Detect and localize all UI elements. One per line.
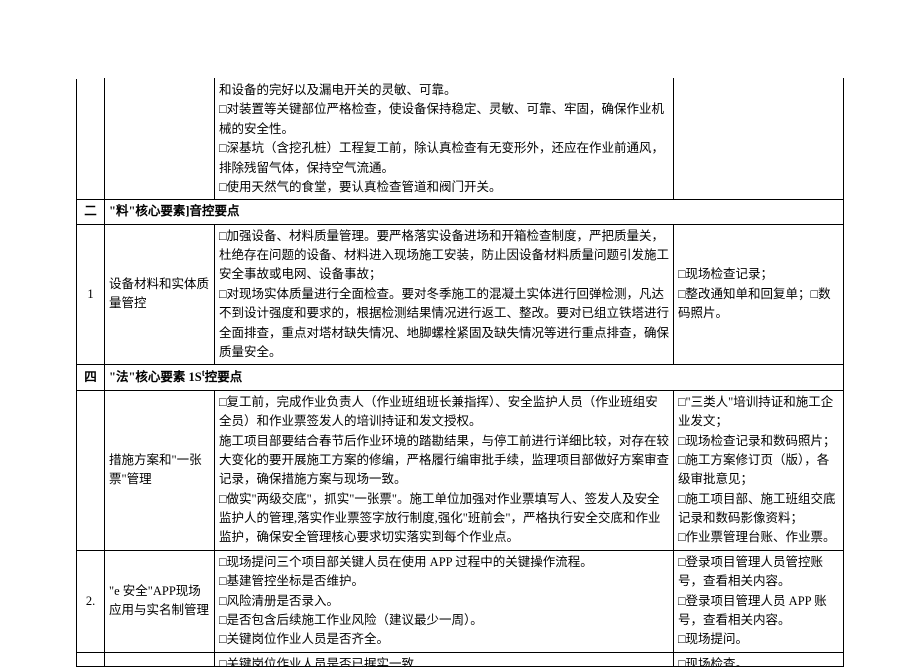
table-row: □关键岗位作业人员是否已据实一致 □现场检查。 [77, 652, 844, 666]
cell-note: □登录项目管理人员管控账号，查看相关内容。 □登录项目管理人员 APP 账号，查… [674, 550, 844, 652]
cell-note: □现场检查。 [674, 652, 844, 666]
document-table: 和设备的完好以及漏电开关的灵敏、可靠。 □对装置等关键部位严格检查，使设备保持稳… [76, 78, 844, 667]
cell-content: 和设备的完好以及漏电开关的灵敏、可靠。 □对装置等关键部位严格检查，使设备保持稳… [215, 79, 674, 200]
cell-note: □现场检查记录； □整改通知单和回复单；□数码照片。 [674, 224, 844, 365]
cell-note: □"三类人"培训持证和施工企业发文； □现场检查记录和数码照片； □施工方案修订… [674, 390, 844, 550]
section-title: "料"核心要素]音控要点 [105, 200, 844, 224]
row-num: 1 [77, 224, 105, 365]
cell-content: □复工前，完成作业负责人（作业班组班长兼指挥）、安全监护人员（作业班组安全员）和… [215, 390, 674, 550]
table-row: 措施方案和"一张票"管理 □复工前，完成作业负责人（作业班组班长兼指挥）、安全监… [77, 390, 844, 550]
row-item: 措施方案和"一张票"管理 [105, 390, 215, 550]
section-num: 二 [77, 200, 105, 224]
row-item: 设备材料和实体质量管控 [105, 224, 215, 365]
row-num: 2. [77, 550, 105, 652]
section-header: 四 "法"核心要素 1St控要点 [77, 365, 844, 391]
cell-content: □加强设备、材料质量管理。要严格落实设备进场和开箱检查制度，严把质量关，杜绝存在… [215, 224, 674, 365]
cell-content: □关键岗位作业人员是否已据实一致 [215, 652, 674, 666]
table-row: 2. "e 安全"APP现场应用与实名制管理 □现场提问三个项目部关键人员在使用… [77, 550, 844, 652]
section-header: 二 "料"核心要素]音控要点 [77, 200, 844, 224]
table-row: 和设备的完好以及漏电开关的灵敏、可靠。 □对装置等关键部位严格检查，使设备保持稳… [77, 79, 844, 200]
section-num: 四 [77, 365, 105, 391]
table-row: 1 设备材料和实体质量管控 □加强设备、材料质量管理。要严格落实设备进场和开箱检… [77, 224, 844, 365]
row-item: "e 安全"APP现场应用与实名制管理 [105, 550, 215, 652]
cell-content: □现场提问三个项目部关键人员在使用 APP 过程中的关键操作流程。 □基建管控坐… [215, 550, 674, 652]
row-num [77, 390, 105, 550]
section-title: "法"核心要素 1St控要点 [105, 365, 844, 391]
